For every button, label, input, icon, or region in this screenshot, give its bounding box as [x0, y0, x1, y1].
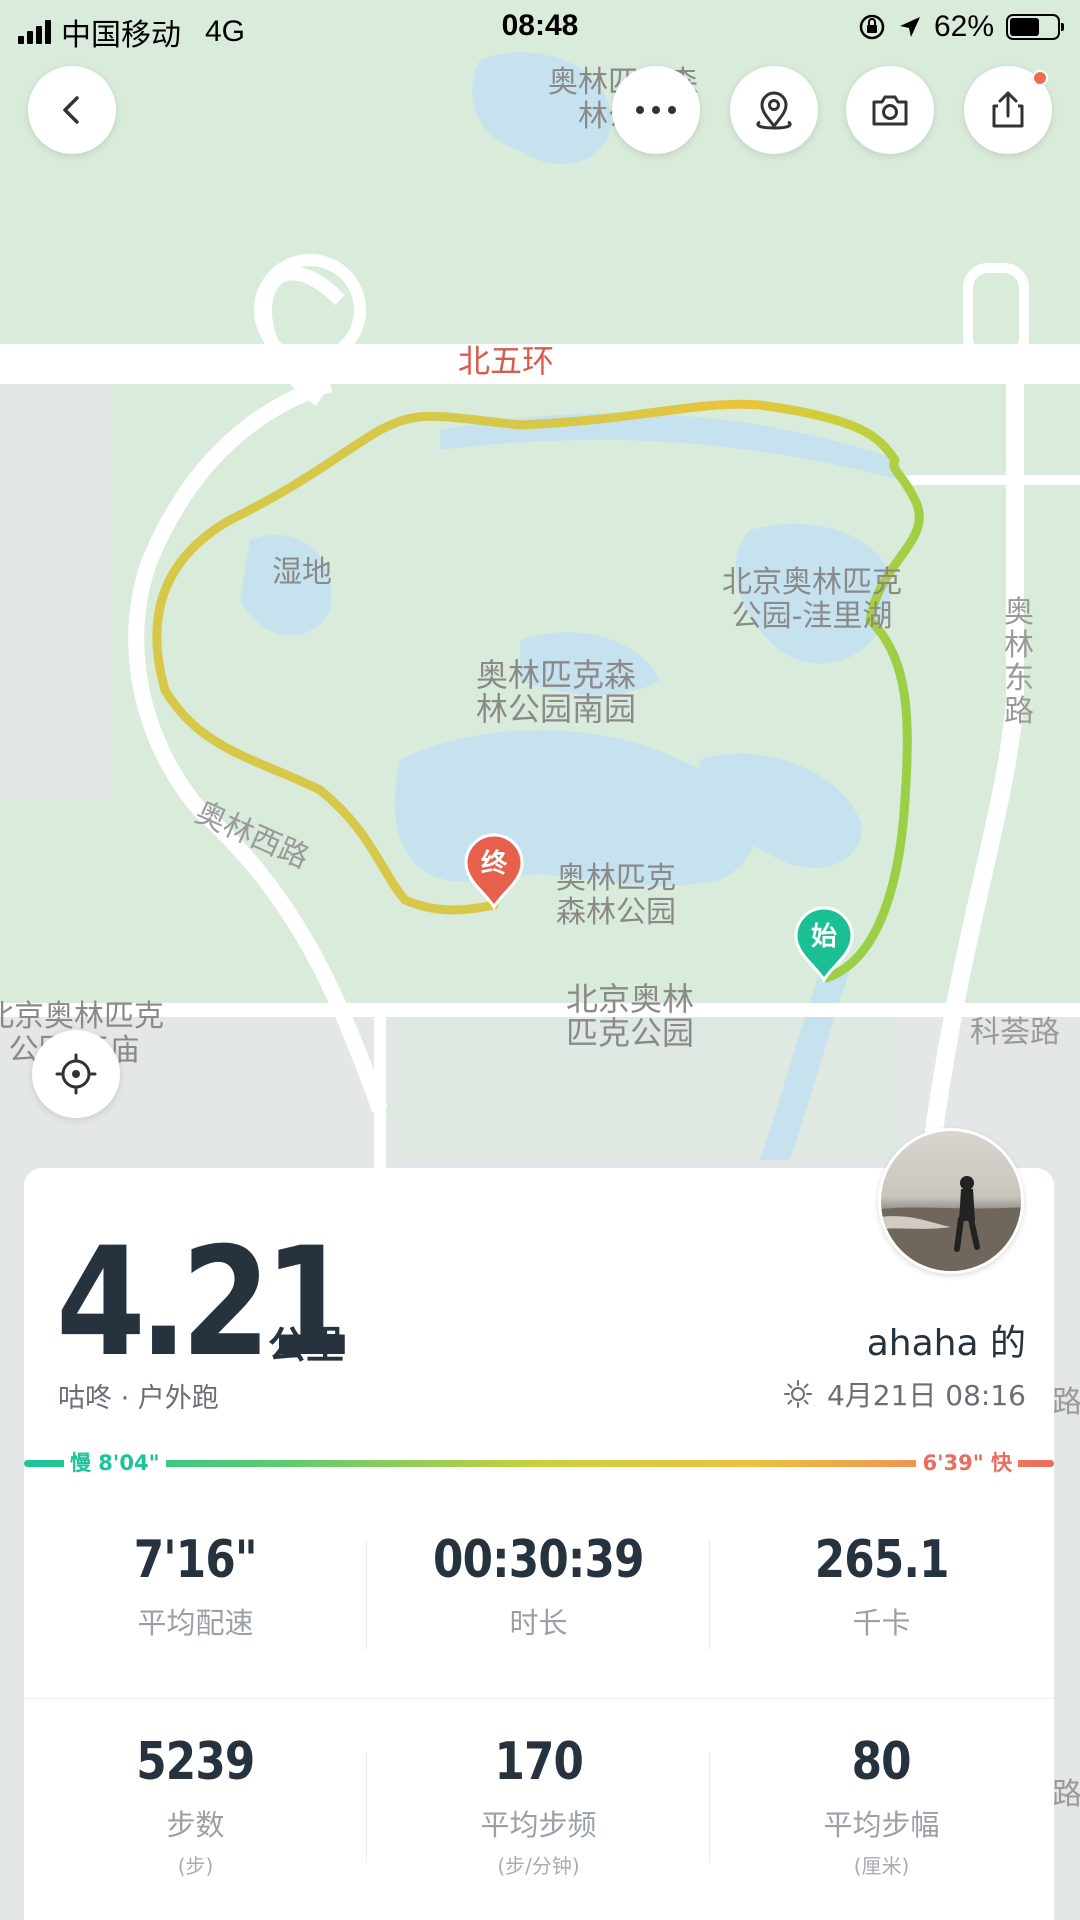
- username: ahaha 的: [866, 1323, 1026, 1364]
- battery-percent: 62%: [933, 10, 994, 43]
- stat-calories: 265.1 千卡: [710, 1530, 1053, 1642]
- divider: [709, 1752, 710, 1862]
- stat-unit: (步): [177, 1854, 214, 1878]
- pace-legend: 慢 8'04" 6'39" 快: [24, 1448, 1054, 1478]
- stats-row-1: 7'16" 平均配速 00:30:39 时长 265.1 千卡: [24, 1530, 1054, 1642]
- orientation-lock-icon: [859, 14, 885, 40]
- divider: [366, 1752, 367, 1862]
- crosshair-icon: [55, 1053, 97, 1095]
- svg-text:始: 始: [811, 922, 837, 952]
- chevron-left-icon: [63, 96, 79, 124]
- pace-fast-label: 6'39" 快: [916, 1448, 1018, 1478]
- stat-value: 265.1: [814, 1530, 950, 1590]
- camera-button[interactable]: [846, 66, 934, 154]
- svg-text:终: 终: [481, 848, 508, 879]
- map-label-wetland: 湿地: [272, 555, 332, 590]
- distance-unit: 公里: [268, 1323, 345, 1367]
- camera-icon: [872, 95, 908, 126]
- stat-avg-pace: 7'16" 平均配速: [24, 1530, 367, 1642]
- divider: [24, 1698, 1054, 1699]
- stats-row-2: 5239 步数 (步) 170 平均步频 (步/分钟) 80 平均步幅 (厘米): [24, 1732, 1054, 1879]
- share-button[interactable]: [964, 66, 1052, 154]
- location-button[interactable]: [730, 66, 818, 154]
- stat-value: 80: [851, 1732, 912, 1792]
- stat-unit: (步/分钟): [497, 1854, 580, 1878]
- stat-stride: 80 平均步幅 (厘米): [710, 1732, 1053, 1879]
- recenter-button[interactable]: [32, 1030, 120, 1118]
- location-pin-icon: [756, 91, 792, 130]
- stat-label: 千卡: [852, 1606, 911, 1640]
- stat-value: 5239: [136, 1732, 255, 1792]
- map-label-wali-lake: 北京奥林匹克 公园-洼里湖: [722, 565, 902, 634]
- workout-summary-card: 4.21 公里 咕咚 · 户外跑 ahaha 的 4月21日 08:16 慢 8…: [24, 1168, 1054, 1920]
- divider: [709, 1540, 710, 1650]
- avatar[interactable]: [878, 1128, 1024, 1274]
- more-dots-icon: [636, 106, 676, 114]
- more-button[interactable]: [612, 66, 700, 154]
- map-label-ring-road: 北五环: [458, 342, 555, 380]
- stat-label: 步数: [166, 1808, 225, 1842]
- share-icon: [992, 91, 1024, 128]
- sun-icon: [783, 1380, 812, 1408]
- stat-label: 时长: [509, 1606, 568, 1640]
- map-label-olympic-forest: 奥林匹克 森林公园: [556, 861, 676, 930]
- workout-date: 4月21日 08:16: [783, 1374, 1026, 1414]
- stat-steps: 5239 步数 (步): [24, 1732, 367, 1879]
- stat-value: 00:30:39: [433, 1530, 644, 1590]
- stat-value: 170: [494, 1732, 583, 1792]
- divider: [366, 1540, 367, 1650]
- map-label-right-edge-1: 路: [1052, 1385, 1080, 1420]
- battery-icon: [1006, 14, 1064, 40]
- map-label-olin-east-road: 奥 林 东 路: [1004, 595, 1034, 729]
- stat-label: 平均步幅: [823, 1808, 940, 1842]
- workout-date-text: 4月21日 08:16: [826, 1379, 1026, 1412]
- avatar-photo: [881, 1131, 1021, 1271]
- map-label-south-park: 奥林匹克森 林公园南园: [476, 656, 637, 728]
- map-label-beijing-olympic: 北京奥林 匹克公园: [566, 980, 695, 1052]
- status-bar: 中国移动 4G 08:48 62%: [0, 0, 1080, 54]
- back-button[interactable]: [28, 66, 116, 154]
- stat-unit: (厘米): [853, 1854, 910, 1878]
- stat-label: 平均配速: [137, 1606, 254, 1640]
- notification-dot: [1032, 70, 1048, 86]
- stat-value: 7'16": [133, 1530, 258, 1590]
- activity-type: 咕咚 · 户外跑: [58, 1383, 219, 1414]
- map-label-right-edge-2: 路: [1052, 1777, 1080, 1812]
- location-arrow-icon: [899, 17, 920, 37]
- pace-slow-label: 慢 8'04": [64, 1448, 166, 1478]
- map-label-kehui-road: 科荟路: [970, 1015, 1060, 1050]
- stat-cadence: 170 平均步频 (步/分钟): [367, 1732, 710, 1879]
- stat-label: 平均步频: [480, 1808, 597, 1842]
- stat-duration: 00:30:39 时长: [367, 1530, 710, 1642]
